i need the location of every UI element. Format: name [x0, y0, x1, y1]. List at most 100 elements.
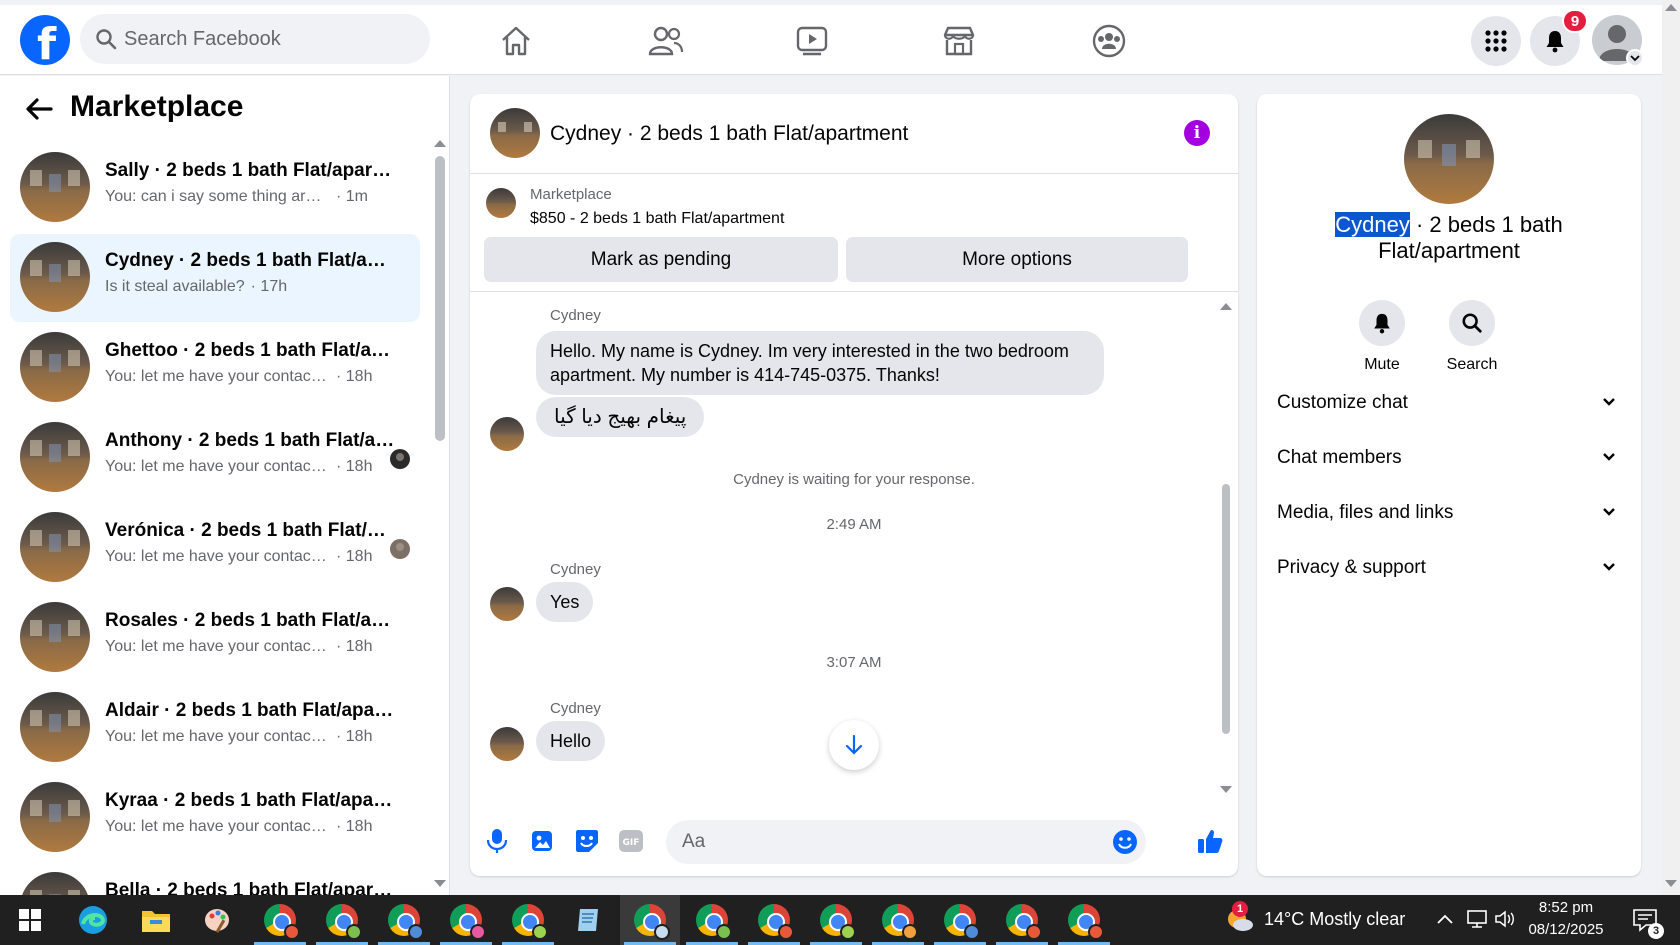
- search-box[interactable]: [80, 14, 430, 64]
- conversation-name: Sally · 2 beds 1 bath Flat/apartment: [105, 160, 395, 181]
- file-explorer-icon[interactable]: [126, 895, 186, 945]
- facebook-logo[interactable]: f: [20, 15, 70, 70]
- start-button[interactable]: [0, 895, 60, 945]
- sidebar-scrollbar[interactable]: [435, 156, 445, 441]
- message-bubble[interactable]: Yes: [536, 582, 594, 622]
- marketplace-sidebar: Marketplace Sally · 2 beds 1 bath Flat/a…: [0, 76, 450, 895]
- menu-grid-icon[interactable]: [1471, 16, 1521, 66]
- info-section-customize-chat[interactable]: Customize chat: [1277, 384, 1621, 424]
- notification-center-icon[interactable]: [1622, 895, 1668, 945]
- seen-avatar: [390, 539, 410, 559]
- volume-icon[interactable]: [1494, 909, 1516, 929]
- chrome-window-icon[interactable]: [312, 895, 372, 945]
- sender-avatar[interactable]: [490, 417, 524, 451]
- chrome-window-icon[interactable]: [436, 895, 496, 945]
- info-section-chat-members[interactable]: Chat members: [1277, 439, 1621, 479]
- gif-icon[interactable]: GIF: [618, 828, 644, 854]
- chrome-window-icon[interactable]: [868, 895, 928, 945]
- chat-title[interactable]: Cydney · 2 beds 1 bath Flat/apartment: [550, 122, 908, 146]
- weather-text[interactable]: 14°C Mostly clear: [1264, 909, 1405, 930]
- conversation-item[interactable]: Ghettoo · 2 beds 1 bath Flat/apartment Y…: [10, 324, 420, 412]
- chat-scroll-down-arrow[interactable]: [1220, 786, 1232, 793]
- network-icon[interactable]: [1466, 909, 1488, 929]
- page-scroll-down-arrow[interactable]: [1665, 880, 1677, 887]
- preview-text: You: can i say some thing are you ...: [105, 188, 330, 205]
- chrome-window-icon[interactable]: [806, 895, 866, 945]
- info-avatar[interactable]: [1404, 114, 1494, 204]
- edge-icon[interactable]: [63, 895, 123, 945]
- message-input[interactable]: [682, 820, 1122, 864]
- scroll-up-arrow[interactable]: [434, 140, 446, 147]
- message-bubble[interactable]: پیغام بھیج دیا گیا: [536, 397, 705, 437]
- chrome-window-icon[interactable]: [250, 895, 310, 945]
- preview-time: · 18h: [336, 638, 373, 655]
- clock-time[interactable]: 8:52 pm: [1526, 899, 1606, 916]
- groups-icon[interactable]: [1089, 21, 1129, 61]
- sender-avatar[interactable]: [490, 727, 524, 761]
- marketplace-icon[interactable]: [939, 21, 979, 61]
- scroll-down-arrow[interactable]: [434, 880, 446, 887]
- chat-avatar[interactable]: [490, 108, 540, 158]
- listing-price[interactable]: $850 - 2 beds 1 bath Flat/apartment: [530, 210, 784, 228]
- conversation-item[interactable]: Kyraa · 2 beds 1 bath Flat/apartment You…: [10, 774, 420, 862]
- chrome-window-icon[interactable]: [620, 895, 680, 945]
- mute-button[interactable]: Mute: [1342, 300, 1422, 374]
- chrome-window-icon[interactable]: [992, 895, 1052, 945]
- chrome-window-icon[interactable]: [498, 895, 558, 945]
- chevron-down-icon: [1603, 453, 1615, 461]
- message-bubble[interactable]: Hello: [536, 721, 606, 761]
- back-arrow-icon[interactable]: [24, 94, 54, 124]
- conversation-item[interactable]: Cydney · 2 beds 1 bath Flat/apartment Is…: [10, 234, 420, 322]
- scroll-to-bottom-button[interactable]: [829, 720, 879, 770]
- friends-icon[interactable]: [646, 21, 686, 61]
- notepad-icon[interactable]: [558, 895, 618, 945]
- page-scroll-up-arrow[interactable]: [1665, 4, 1677, 11]
- windows-taskbar: 1 14°C Mostly clear 8:52 pm 08/12/2025 3: [0, 895, 1680, 945]
- photo-icon[interactable]: [529, 828, 555, 854]
- chrome-window-icon[interactable]: [744, 895, 804, 945]
- clock-date[interactable]: 08/12/2025: [1522, 921, 1610, 938]
- search-icon: [96, 29, 117, 50]
- chrome-window-icon[interactable]: [682, 895, 742, 945]
- info-icon[interactable]: i: [1184, 120, 1210, 146]
- chat-header: Cydney · 2 beds 1 bath Flat/apartment i: [470, 94, 1238, 174]
- more-options-button[interactable]: More options: [846, 237, 1188, 282]
- paint-icon[interactable]: [188, 895, 248, 945]
- info-section-privacy-support[interactable]: Privacy & support: [1277, 549, 1621, 589]
- search-input[interactable]: [124, 14, 414, 64]
- conversation-name: Anthony · 2 beds 1 bath Flat/apartment: [105, 430, 395, 451]
- page-scrollbar[interactable]: [1662, 0, 1680, 895]
- mark-as-pending-button[interactable]: Mark as pending: [484, 237, 838, 282]
- chat-scroll-up-arrow[interactable]: [1220, 303, 1232, 310]
- thumbs-up-icon[interactable]: [1195, 826, 1225, 856]
- message-input-box[interactable]: [666, 820, 1146, 864]
- conversation-item[interactable]: Sally · 2 beds 1 bath Flat/apartment You…: [10, 144, 420, 232]
- conversation-item[interactable]: Aldair · 2 beds 1 bath Flat/apartment Yo…: [10, 684, 420, 772]
- sticker-icon[interactable]: [574, 828, 600, 854]
- chrome-window-icon[interactable]: [374, 895, 434, 945]
- home-icon[interactable]: [496, 21, 536, 61]
- info-section-media-files-and-links[interactable]: Media, files and links: [1277, 494, 1621, 534]
- microphone-icon[interactable]: [484, 828, 510, 854]
- conversation-preview: You: let me have your contact nu... · 18h: [105, 818, 395, 836]
- emoji-icon[interactable]: [1112, 829, 1138, 855]
- conversation-thumbnail: [20, 872, 90, 895]
- chat-scrollbar[interactable]: [1222, 484, 1230, 734]
- preview-time: · 17h: [250, 278, 288, 295]
- sender-avatar[interactable]: [490, 587, 524, 621]
- chrome-window-icon[interactable]: [930, 895, 990, 945]
- listing-thumbnail[interactable]: [486, 188, 516, 218]
- listing-label: Marketplace: [530, 186, 612, 203]
- chevron-down-icon[interactable]: [1626, 49, 1644, 67]
- video-icon[interactable]: [792, 21, 832, 61]
- message-bubble[interactable]: Hello. My name is Cydney. Im very intere…: [536, 331, 1104, 395]
- conversation-item[interactable]: Verónica · 2 beds 1 bath Flat/apartment …: [10, 504, 420, 592]
- search-in-conversation-button[interactable]: Search: [1432, 300, 1512, 374]
- conversation-item[interactable]: Anthony · 2 beds 1 bath Flat/apartment Y…: [10, 414, 420, 502]
- conversation-preview: Is it steal available? · 17h: [105, 278, 395, 296]
- conversation-item[interactable]: Rosales · 2 beds 1 bath Flat/apartment Y…: [10, 594, 420, 682]
- conversation-info-panel: Cydney · 2 beds 1 bath Flat/apartment Mu…: [1257, 94, 1641, 876]
- chevron-up-icon[interactable]: [1436, 913, 1454, 925]
- conversation-item[interactable]: Bella · 2 beds 1 bath Flat/apartment: [10, 864, 420, 895]
- chrome-window-icon[interactable]: [1054, 895, 1114, 945]
